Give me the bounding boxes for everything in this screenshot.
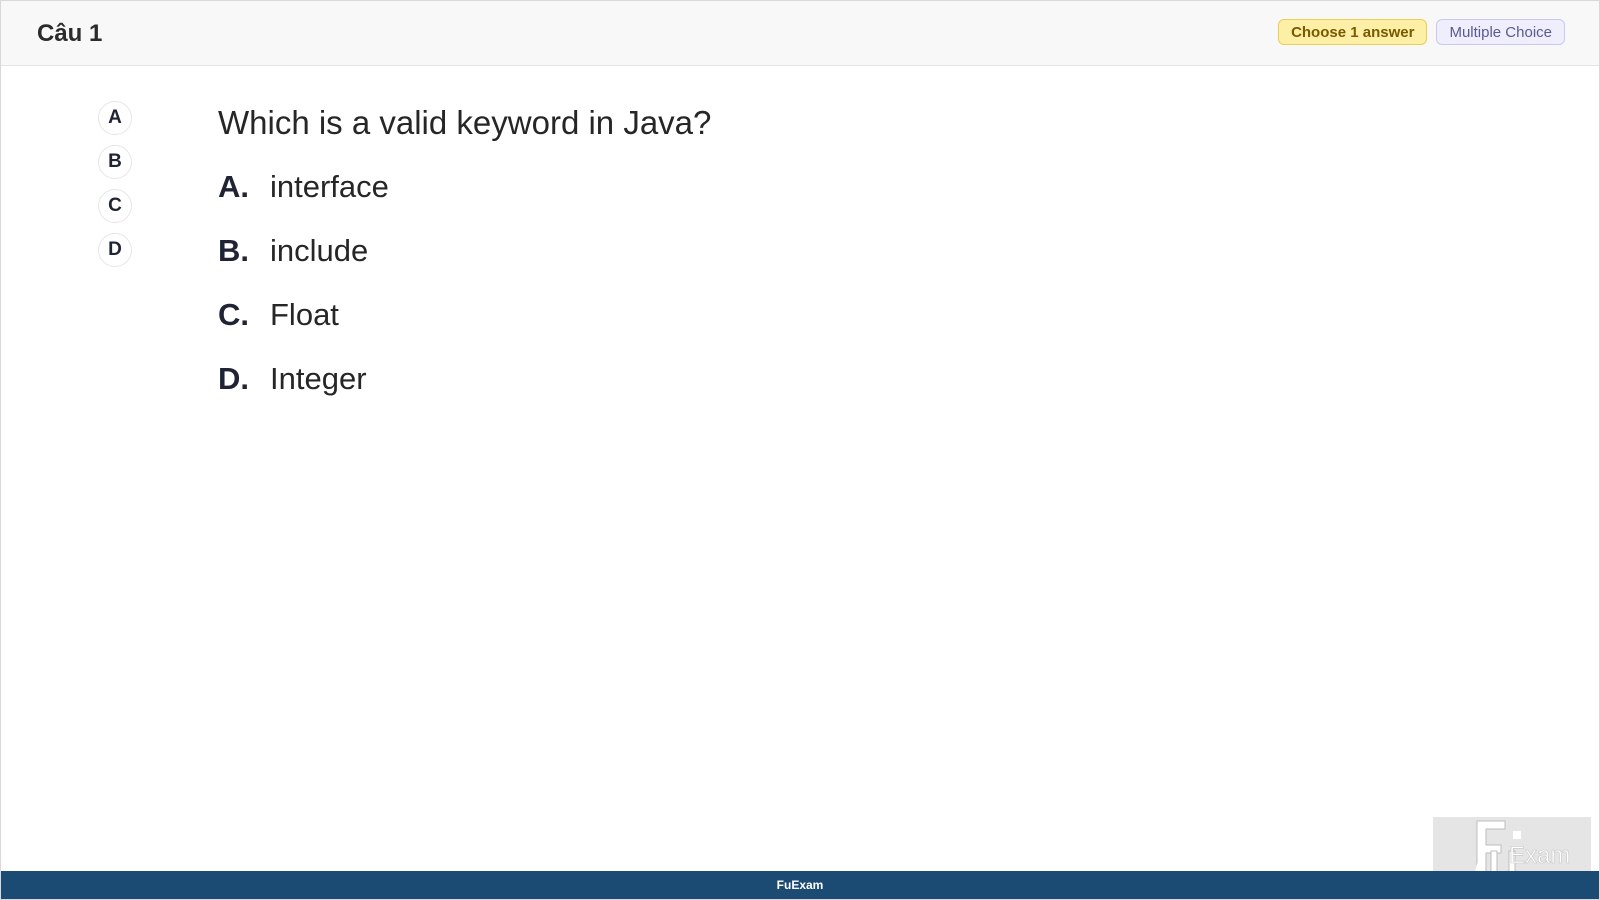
answer-text: include bbox=[270, 233, 369, 268]
footer-bar: FuExam bbox=[1, 871, 1599, 899]
question-header: Câu 1 Choose 1 answer Multiple Choice bbox=[1, 1, 1599, 66]
answer-selector: A B C D bbox=[98, 101, 132, 277]
logo-text: Exam bbox=[1509, 842, 1570, 869]
option-d-button[interactable]: D bbox=[98, 233, 132, 267]
question-badges: Choose 1 answer Multiple Choice bbox=[1278, 19, 1565, 45]
answer-text: interface bbox=[270, 169, 389, 204]
answer-item: B. include bbox=[218, 231, 389, 295]
question-number-title: Câu 1 bbox=[37, 20, 103, 47]
option-c-button[interactable]: C bbox=[98, 189, 132, 223]
question-type-badge: Multiple Choice bbox=[1436, 19, 1565, 45]
footer-brand: FuExam bbox=[776, 878, 824, 892]
answer-item: C. Float bbox=[218, 295, 389, 359]
answer-letter: C. bbox=[218, 297, 249, 332]
answer-item: A. interface bbox=[218, 167, 389, 231]
exam-page: Câu 1 Choose 1 answer Multiple Choice A … bbox=[0, 0, 1600, 900]
answer-letter: D. bbox=[218, 361, 249, 396]
answer-item: D. Integer bbox=[218, 359, 389, 423]
answer-text: Integer bbox=[270, 361, 367, 396]
answer-letter: A. bbox=[218, 169, 249, 204]
answer-text: Float bbox=[270, 297, 339, 332]
choose-answer-badge: Choose 1 answer bbox=[1278, 19, 1428, 45]
answer-letter: B. bbox=[218, 233, 249, 268]
option-a-button[interactable]: A bbox=[98, 101, 132, 135]
question-text: Which is a valid keyword in Java? bbox=[218, 104, 712, 141]
answer-list: A. interface B. include C. Float D. Inte… bbox=[218, 167, 389, 423]
option-b-button[interactable]: B bbox=[98, 145, 132, 179]
